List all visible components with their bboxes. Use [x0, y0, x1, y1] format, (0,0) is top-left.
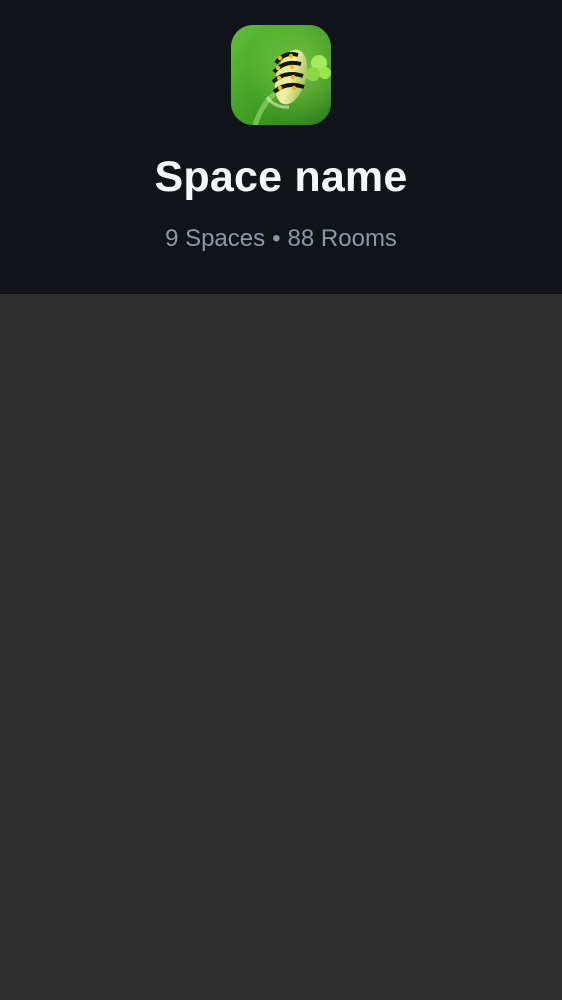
- rooms-count: 88 Rooms: [287, 225, 397, 252]
- caterpillar-avatar-icon: [231, 25, 331, 125]
- stats-separator: •: [272, 225, 281, 252]
- space-avatar[interactable]: [231, 25, 331, 125]
- space-header: Space name 9 Spaces • 88 Rooms: [0, 0, 562, 294]
- space-stats: 9 Spaces • 88 Rooms: [0, 224, 562, 254]
- space-name-title: Space name: [154, 153, 408, 201]
- spaces-count: 9 Spaces: [165, 225, 266, 252]
- space-content-area: [0, 294, 562, 1000]
